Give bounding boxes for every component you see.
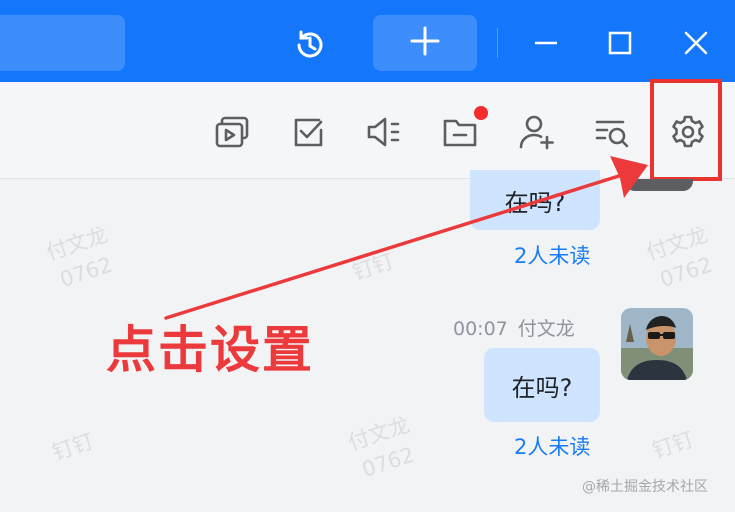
maximize-button[interactable]	[600, 25, 640, 65]
search-box[interactable]	[0, 15, 125, 71]
minimize-icon	[532, 29, 560, 61]
annotation-text: 点击设置	[106, 321, 314, 379]
read-status[interactable]: 2人未读	[514, 240, 590, 270]
minimize-button[interactable]	[526, 25, 566, 65]
announcement-icon[interactable]	[364, 110, 404, 154]
history-icon[interactable]	[290, 25, 330, 65]
close-button[interactable]	[676, 25, 716, 65]
avatar[interactable]	[621, 308, 693, 380]
close-icon	[682, 29, 710, 61]
message-time: 00:07	[453, 318, 508, 340]
read-status[interactable]: 2人未读	[514, 431, 590, 461]
search-history-icon[interactable]	[592, 110, 632, 154]
message-sender: 付文龙	[517, 318, 575, 340]
avatar[interactable]	[625, 179, 693, 191]
message-meta: 00:07 付文龙	[453, 314, 585, 341]
plus-icon	[409, 25, 441, 61]
files-unread-dot	[474, 106, 488, 120]
screen-share-icon[interactable]	[212, 110, 252, 154]
message-bubble[interactable]: 在吗?	[484, 348, 600, 422]
source-credit: @稀土掘金技术社区	[582, 479, 708, 495]
maximize-icon	[606, 29, 634, 61]
add-member-icon[interactable]	[516, 110, 556, 154]
settings-highlight-box	[650, 79, 722, 181]
titlebar-divider	[497, 28, 498, 58]
todo-icon[interactable]	[288, 110, 328, 154]
title-bar	[0, 0, 735, 82]
new-chat-button[interactable]	[373, 15, 477, 71]
message-bubble[interactable]: 在吗?	[470, 170, 600, 230]
